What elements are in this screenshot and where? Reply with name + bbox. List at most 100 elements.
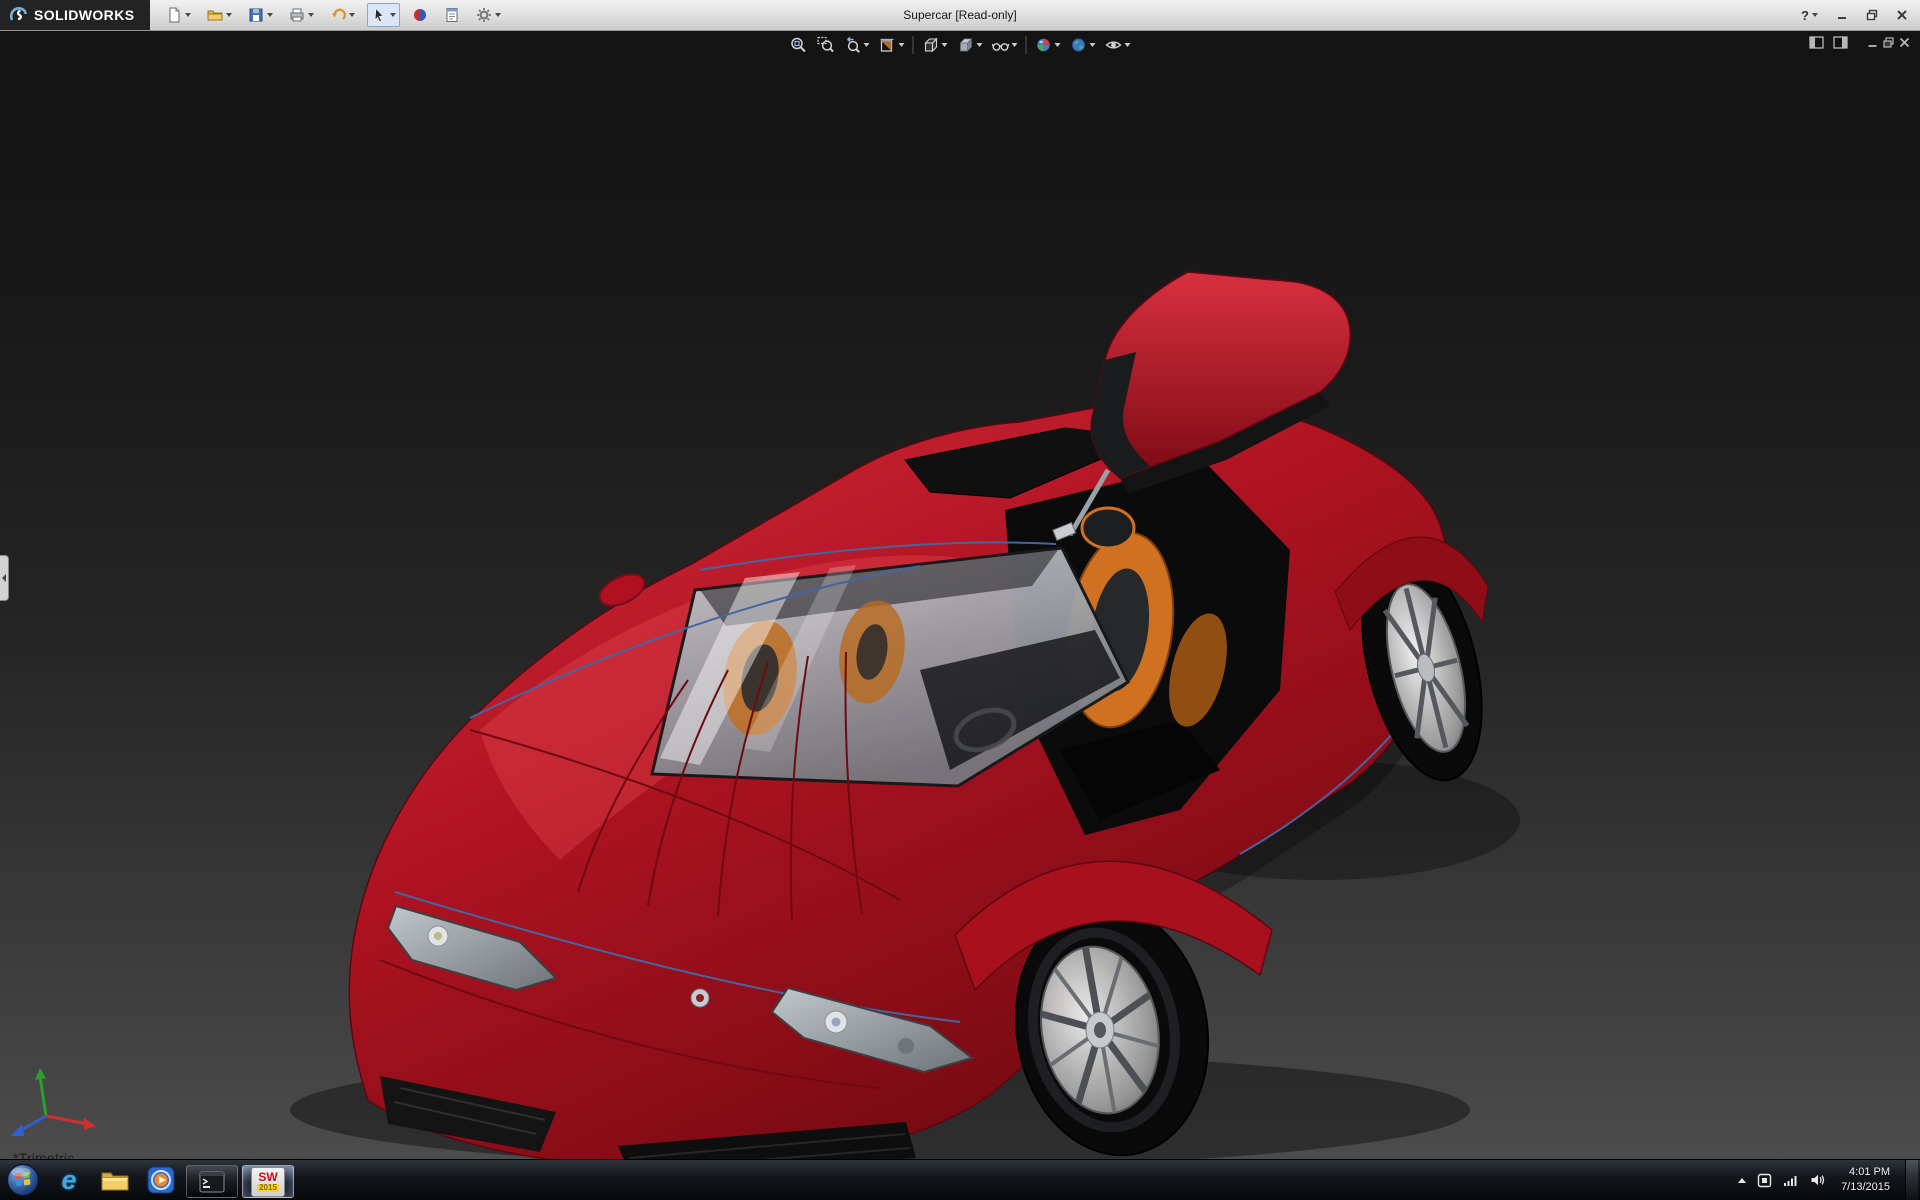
hide-show-glasses-icon [991, 43, 1010, 51]
view-settings-button[interactable] [1104, 35, 1132, 55]
options-gear-icon [477, 8, 492, 22]
display-style-button[interactable] [956, 35, 984, 55]
dropdown-caret[interactable] [1812, 13, 1818, 17]
supercar-model[interactable] [0, 30, 1920, 1160]
print-button[interactable] [285, 3, 318, 27]
close-icon [1897, 10, 1907, 20]
tray-app-icon [1757, 1173, 1772, 1187]
panel-collapse-tab[interactable] [0, 555, 9, 601]
internet-explorer-icon: e [61, 1164, 77, 1195]
orientation-triad[interactable] [11, 1068, 96, 1136]
graphics-viewport[interactable]: *Trimetric [0, 30, 1920, 1160]
speaker-icon [1811, 1174, 1825, 1186]
minimize-button[interactable] [1830, 5, 1854, 25]
toolbar-separator [1025, 36, 1027, 54]
dropdown-caret[interactable] [1054, 43, 1061, 47]
previous-view-button[interactable] [843, 35, 871, 55]
appearance-icon [414, 9, 427, 21]
appearance-button[interactable] [408, 3, 432, 27]
taskbar-internet-explorer[interactable]: e [46, 1160, 92, 1200]
doc-close-icon [1899, 37, 1910, 48]
brand-name: SOLIDWORKS [34, 7, 135, 23]
show-hidden-icons-button[interactable] [1738, 1177, 1747, 1183]
restore-icon [1866, 9, 1878, 21]
zoom-to-fit-icon [791, 37, 806, 53]
collapse-arrow-icon [2, 574, 6, 582]
hide-show-items-button[interactable] [991, 35, 1019, 55]
document-window-controls [1809, 36, 1910, 49]
start-button[interactable] [0, 1160, 46, 1200]
open-button[interactable] [203, 3, 236, 27]
close-button[interactable] [1890, 5, 1914, 25]
select-button[interactable] [367, 3, 401, 27]
standard-toolbar [162, 3, 505, 27]
doc-restore-button[interactable] [1883, 37, 1894, 48]
folder-icon [101, 1172, 129, 1191]
doc-minimize-icon [1868, 45, 1877, 47]
volume-button[interactable] [1810, 1173, 1826, 1187]
options-button[interactable] [472, 3, 505, 27]
dropdown-caret[interactable] [941, 43, 948, 47]
dropdown-caret[interactable] [863, 43, 870, 47]
screen: SOLIDWORKS Supercar [Read-only] ? *Trime… [0, 0, 1920, 1200]
dropdown-caret[interactable] [1011, 43, 1018, 47]
pane-right-button[interactable] [1833, 36, 1848, 49]
edit-appearance-button[interactable] [1034, 35, 1062, 55]
dropdown-caret[interactable] [308, 13, 315, 17]
dropdown-caret[interactable] [1089, 43, 1096, 47]
titlebar-controls: ? [1795, 5, 1920, 25]
new-document-button[interactable] [162, 3, 195, 27]
display-style-icon [959, 38, 973, 52]
taskbar: e SW 2015 4:01 PM 7/13/2015 [0, 1159, 1920, 1200]
doc-minimize-button[interactable] [1867, 37, 1878, 48]
network-status-button[interactable] [1783, 1173, 1799, 1187]
titlebar: SOLIDWORKS Supercar [Read-only] ? [0, 0, 1920, 31]
edit-appearance-sphere-icon [1037, 38, 1050, 52]
zoom-to-fit-button[interactable] [789, 35, 809, 55]
print-icon [290, 8, 304, 22]
dropdown-caret[interactable] [185, 13, 192, 17]
view-orientation-button[interactable] [921, 35, 949, 55]
section-view-button[interactable] [878, 35, 906, 55]
solidworks-app-icon: SW 2015 [251, 1166, 285, 1197]
dropdown-caret[interactable] [898, 43, 905, 47]
document-properties-button[interactable] [440, 3, 464, 27]
dropdown-caret[interactable] [495, 13, 502, 17]
undo-button[interactable] [326, 3, 359, 27]
dropdown-caret[interactable] [349, 13, 356, 17]
pane-left-button[interactable] [1809, 36, 1824, 49]
windows-start-orb-icon [6, 1163, 40, 1197]
3ds-logo-icon [9, 7, 27, 21]
show-desktop-button[interactable] [1905, 1160, 1918, 1200]
save-button[interactable] [244, 3, 277, 27]
previous-view-icon [847, 36, 860, 53]
media-player-icon [147, 1166, 175, 1194]
dropdown-caret[interactable] [1124, 43, 1131, 47]
undo-arrow-icon [332, 8, 347, 20]
dropdown-caret[interactable] [226, 13, 233, 17]
doc-restore-icon [1883, 37, 1894, 48]
dropdown-caret[interactable] [267, 13, 274, 17]
taskbar-command-prompt[interactable] [186, 1165, 238, 1198]
open-folder-icon [207, 10, 223, 21]
taskbar-file-explorer[interactable] [92, 1160, 138, 1200]
restore-button[interactable] [1860, 5, 1884, 25]
doc-close-button[interactable] [1899, 37, 1910, 48]
chevron-up-icon [1738, 1177, 1747, 1183]
taskbar-solidworks[interactable]: SW 2015 [242, 1165, 294, 1198]
zoom-to-area-icon [817, 36, 834, 53]
tray-clock[interactable]: 4:01 PM 7/13/2015 [1837, 1165, 1894, 1195]
dropdown-caret[interactable] [390, 13, 397, 17]
tray-time: 4:01 PM [1849, 1166, 1890, 1179]
select-cursor-icon [375, 7, 385, 23]
apply-scene-button[interactable] [1069, 35, 1097, 55]
tray-date: 7/13/2015 [1841, 1181, 1890, 1193]
dropdown-caret[interactable] [976, 43, 983, 47]
command-prompt-icon [199, 1171, 225, 1192]
help-button[interactable]: ? [1795, 5, 1824, 25]
taskbar-media-player[interactable] [138, 1160, 184, 1200]
toolbar-separator [912, 36, 914, 54]
zoom-to-area-button[interactable] [816, 35, 836, 55]
system-tray: 4:01 PM 7/13/2015 [1738, 1160, 1920, 1200]
tray-app-icon-button[interactable] [1757, 1173, 1772, 1188]
